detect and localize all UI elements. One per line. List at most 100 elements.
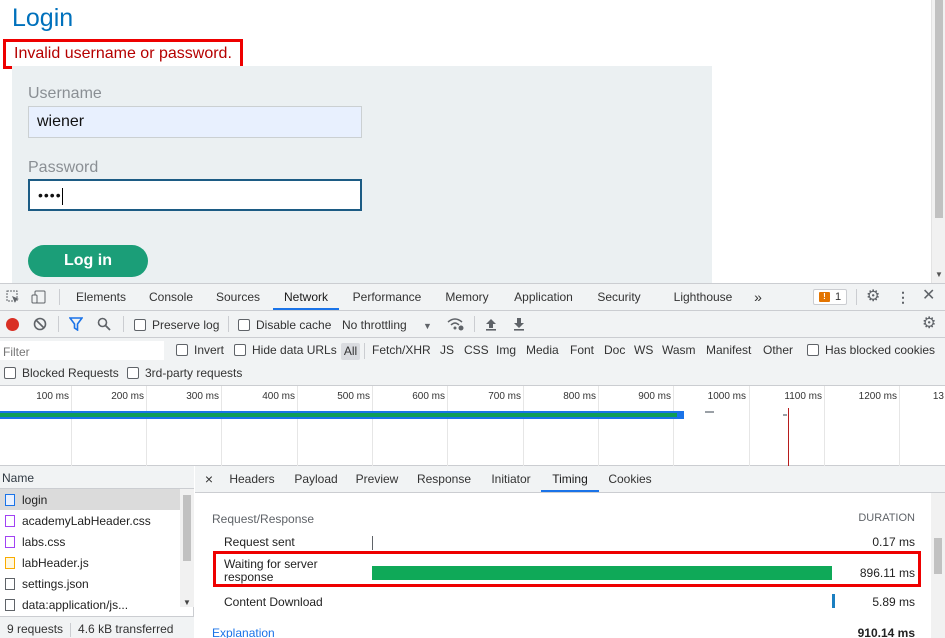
request-list-scrollbar[interactable]: ▼ [180,489,194,607]
devtools-tabbar: Elements Console Sources Network Perform… [0,284,945,311]
hide-data-urls-checkbox[interactable] [234,344,246,356]
overview-request-bar [0,411,684,419]
tab-performance[interactable]: Performance [345,284,429,310]
import-har-icon[interactable] [485,317,497,333]
timing-row-value: 0.17 ms [872,535,915,549]
tab-lighthouse[interactable]: Lighthouse [666,284,740,310]
tab-application[interactable]: Application [506,284,581,310]
filter-img[interactable]: Img [496,343,516,357]
export-har-icon[interactable] [513,317,525,333]
has-blocked-cookies-checkbox[interactable] [807,344,819,356]
filter-manifest[interactable]: Manifest [706,343,751,357]
overview-grid-line [146,386,147,466]
name-column-header[interactable]: Name [0,466,194,489]
disable-cache-label: Disable cache [256,318,332,332]
overview-tick-label: 200 ms [111,391,144,402]
record-icon[interactable] [6,318,19,331]
request-row-login[interactable]: login [0,489,180,510]
disable-cache-checkbox[interactable] [238,319,250,331]
filter-js[interactable]: JS [440,343,454,357]
request-count: 9 requests [7,622,64,636]
filter-fetch-xhr[interactable]: Fetch/XHR [372,343,431,357]
tab-sources[interactable]: Sources [208,284,268,310]
settings-gear-icon[interactable]: ⚙ [866,289,880,305]
request-sent-bar [372,536,373,550]
tab-security[interactable]: Security [590,284,648,310]
details-scrollbar[interactable] [931,493,945,638]
css-file-icon [5,536,15,548]
login-button[interactable]: Log in [28,245,148,277]
request-row[interactable]: labHeader.js [0,552,180,573]
network-conditions-icon[interactable] [447,317,465,333]
filter-ws[interactable]: WS [634,343,653,357]
overview-tick-label: 400 ms [262,391,295,402]
tab-memory[interactable]: Memory [437,284,497,310]
login-form: Username wiener Password •••• Log in [12,66,712,283]
blocked-requests-checkbox[interactable] [4,367,16,379]
scroll-down-icon[interactable]: ▼ [183,598,191,607]
tab-cookies[interactable]: Cookies [604,466,656,492]
tabbar-divider [59,289,60,305]
page-scrollbar[interactable]: ▼ [931,0,945,283]
filter-font[interactable]: Font [570,343,594,357]
request-row[interactable]: academyLabHeader.css [0,510,180,531]
filter-wasm[interactable]: Wasm [662,343,696,357]
tab-timing[interactable]: Timing [541,466,599,492]
tab-response[interactable]: Response [411,466,477,492]
filter-media[interactable]: Media [526,343,559,357]
filter-all-button[interactable]: All [341,343,360,360]
request-list-scroll-thumb[interactable] [183,495,191,561]
explanation-link[interactable]: Explanation [212,626,275,638]
overview-tick-label: 900 ms [638,391,671,402]
tab-preview[interactable]: Preview [351,466,403,492]
overview-tick-label: 300 ms [186,391,219,402]
throttling-select[interactable]: No throttling [342,318,407,332]
request-row[interactable]: settings.json [0,573,180,594]
password-input[interactable]: •••• [28,179,362,211]
network-overview[interactable]: 100 ms 200 ms 300 ms 400 ms 500 ms 600 m… [0,386,945,466]
request-row[interactable]: data:application/js... [0,594,180,612]
tab-initiator[interactable]: Initiator [484,466,538,492]
scroll-down-icon[interactable]: ▼ [935,270,943,279]
filter-doc[interactable]: Doc [604,343,625,357]
tab-payload[interactable]: Payload [288,466,344,492]
tab-elements[interactable]: Elements [68,284,134,310]
summary-divider [70,622,72,637]
filter-icon[interactable] [68,317,84,333]
document-file-icon [5,494,15,506]
request-name: data:application/js... [22,598,129,612]
dropdown-arrow-icon[interactable]: ▼ [423,319,432,333]
tab-console[interactable]: Console [141,284,201,310]
more-options-icon[interactable]: ⋮ [896,290,910,304]
close-devtools-icon[interactable]: ✕ [922,288,935,304]
preserve-log-checkbox[interactable] [134,319,146,331]
more-tabs-icon[interactable]: » [748,284,768,310]
close-details-icon[interactable]: × [201,466,217,492]
search-icon[interactable] [97,317,111,333]
third-party-checkbox[interactable] [127,367,139,379]
details-scroll-thumb[interactable] [934,538,942,574]
overview-grid-line [221,386,222,466]
network-settings-gear-icon[interactable]: ⚙ [922,316,936,332]
inspect-element-icon[interactable] [6,290,20,306]
tab-network[interactable]: Network [273,284,339,310]
page-scroll-thumb[interactable] [935,0,943,218]
filter-css[interactable]: CSS [464,343,489,357]
overview-grid-line [297,386,298,466]
timing-row-value: 5.89 ms [872,595,915,609]
filter-bar: Invert Hide data URLs All Fetch/XHR JS C… [0,338,945,386]
clear-icon[interactable] [33,317,47,333]
filter-input[interactable] [0,341,164,360]
request-row[interactable]: labs.css [0,531,180,552]
tab-headers[interactable]: Headers [223,466,281,492]
username-input[interactable]: wiener [28,106,362,138]
invert-checkbox[interactable] [176,344,188,356]
username-label: Username [28,85,102,102]
issues-badge[interactable]: ! 1 [813,289,847,305]
css-file-icon [5,515,15,527]
details-tabbar: × Headers Payload Preview Response Initi… [195,466,945,493]
filter-other[interactable]: Other [763,343,793,357]
device-toolbar-icon[interactable] [31,290,47,306]
password-value: •••• [38,187,62,203]
js-file-icon [5,557,15,569]
